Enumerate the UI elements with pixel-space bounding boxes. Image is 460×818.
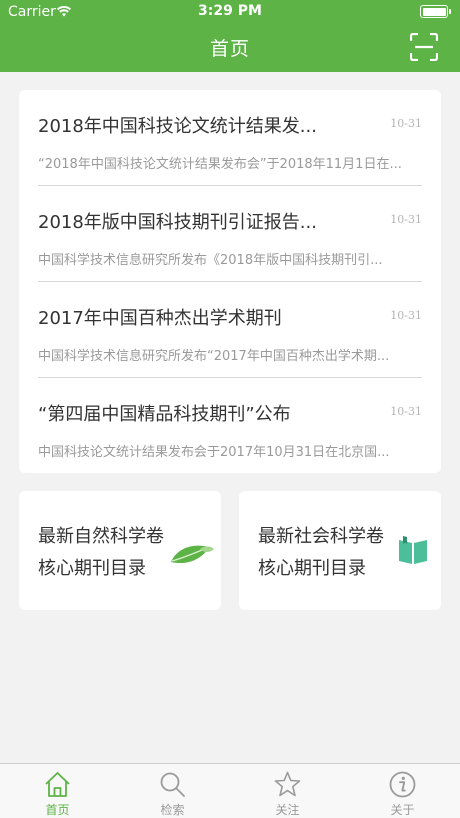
- tab-search[interactable]: 检索: [115, 764, 230, 818]
- social-science-catalog-card[interactable]: 最新社会科学卷 核心期刊目录: [239, 491, 441, 610]
- info-icon: [389, 771, 416, 798]
- tab-bar: 首页 检索 关注 关于: [0, 763, 460, 818]
- search-icon: [160, 772, 185, 797]
- natural-science-catalog-card[interactable]: 最新自然科学卷 核心期刊目录: [19, 491, 221, 610]
- tab-about[interactable]: 关于: [345, 764, 460, 818]
- navigation-bar: Carrier 3:29 PM 首页: [0, 0, 460, 72]
- tab-label: 首页: [45, 803, 70, 817]
- page-title: 首页: [209, 38, 250, 60]
- status-time: 3:29 PM: [198, 3, 262, 19]
- news-item[interactable]: 2018年版中国科技期刊引证报告... 10-31 中国科学技术信息研究所发布《…: [38, 186, 422, 282]
- catalog-title: 最新社会科学卷: [258, 526, 384, 547]
- news-list: 2018年中国科技论文统计结果发... 10-31 “2018年中国科技论文统计…: [19, 90, 441, 473]
- news-date: 10-31: [390, 309, 422, 322]
- news-title: 2017年中国百种杰出学术期刊: [38, 308, 282, 329]
- catalog-subtitle: 核心期刊目录: [258, 558, 366, 579]
- book-icon: [399, 536, 427, 564]
- news-date: 10-31: [390, 405, 422, 418]
- news-item[interactable]: “第四届中国精品科技期刊”公布 10-31 中国科技论文统计结果发布会于2017…: [38, 378, 422, 474]
- news-summary: 中国科学技术信息研究所发布“2017年中国百种杰出学术期...: [38, 349, 390, 364]
- news-item[interactable]: 2018年中国科技论文统计结果发... 10-31 “2018年中国科技论文统计…: [38, 90, 422, 186]
- status-bar: Carrier 3:29 PM: [0, 0, 460, 24]
- tab-favorites[interactable]: 关注: [230, 764, 345, 818]
- home-icon: [45, 772, 70, 797]
- news-summary: 中国科学技术信息研究所发布《2018年版中国科技期刊引...: [38, 253, 383, 268]
- battery-icon: [420, 5, 451, 18]
- news-title: “第四届中国精品科技期刊”公布: [38, 404, 291, 425]
- tab-home[interactable]: 首页: [0, 764, 115, 818]
- catalog-title: 最新自然科学卷: [38, 526, 164, 547]
- news-date: 10-31: [390, 213, 422, 226]
- news-title: 2018年中国科技论文统计结果发...: [38, 116, 317, 137]
- news-date: 10-31: [390, 117, 422, 130]
- leaf-icon: [171, 545, 214, 564]
- news-item[interactable]: 2017年中国百种杰出学术期刊 10-31 中国科学技术信息研究所发布“2017…: [38, 282, 422, 378]
- news-summary: “2018年中国科技论文统计结果发布会”于2018年11月1日在...: [38, 157, 402, 172]
- tab-label: 关注: [275, 803, 300, 817]
- tab-label: 检索: [160, 803, 185, 817]
- star-icon: [274, 771, 301, 797]
- news-title: 2018年版中国科技期刊引证报告...: [38, 212, 317, 233]
- tab-label: 关于: [390, 803, 415, 817]
- scan-icon[interactable]: [410, 33, 438, 61]
- catalog-subtitle: 核心期刊目录: [38, 558, 146, 579]
- news-summary: 中国科技论文统计结果发布会于2017年10月31日在北京国...: [38, 445, 390, 460]
